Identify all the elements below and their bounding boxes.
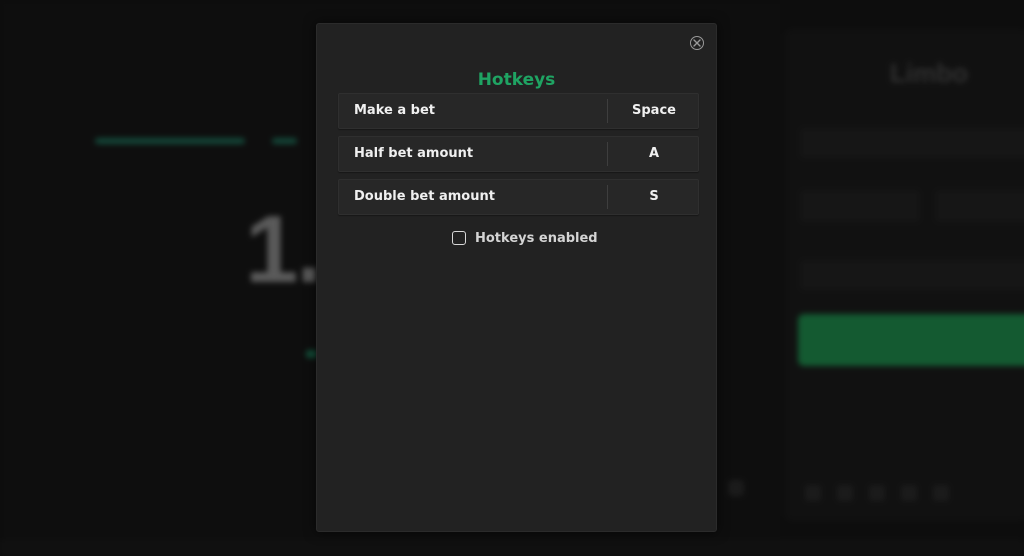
hotkeys-enabled-label: Hotkeys enabled xyxy=(475,230,598,246)
hotkey-action: Half bet amount xyxy=(354,146,474,161)
hotkey-row-half-bet: Half bet amount A xyxy=(338,136,699,172)
modal-title: Hotkeys xyxy=(477,70,556,90)
hotkey-key: Space xyxy=(632,103,676,118)
hotkeys-enabled-checkbox[interactable]: Hotkeys enabled xyxy=(452,230,598,246)
hotkey-action: Make a bet xyxy=(354,103,435,118)
hotkey-key: A xyxy=(648,146,660,161)
hotkeys-modal: Hotkeys Make a bet Space Half bet amount… xyxy=(316,23,717,532)
close-icon xyxy=(693,39,701,47)
hotkey-row-double-bet: Double bet amount S xyxy=(338,179,699,215)
hotkey-list: Make a bet Space Half bet amount A Doubl… xyxy=(338,93,699,222)
close-button[interactable] xyxy=(690,36,704,50)
hotkey-key: S xyxy=(649,189,659,204)
hotkey-row-make-bet: Make a bet Space xyxy=(338,93,699,129)
hotkey-action: Double bet amount xyxy=(354,189,495,204)
checkbox-unchecked-icon[interactable] xyxy=(452,231,466,245)
